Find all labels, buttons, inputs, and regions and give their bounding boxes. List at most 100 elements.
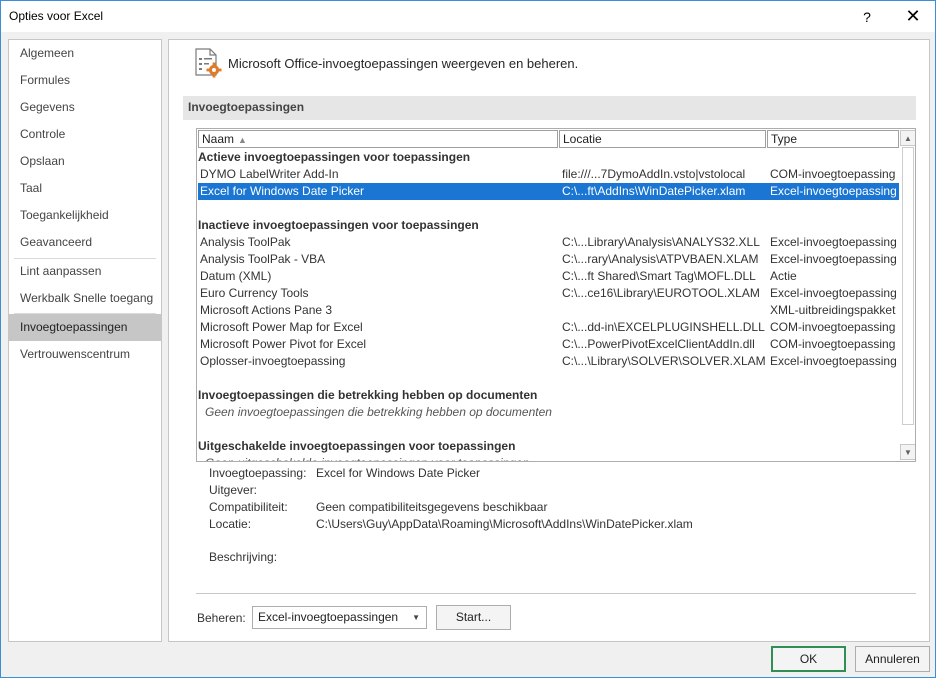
nav-item-formules[interactable]: Formules xyxy=(9,67,161,94)
nav-item-invoegtoepassingen[interactable]: Invoegtoepassingen xyxy=(9,314,161,341)
nav-item-algemeen[interactable]: Algemeen xyxy=(9,40,161,67)
nav-item-vertrouwenscentrum[interactable]: Vertrouwenscentrum xyxy=(9,341,161,368)
arrow-down-icon: ▼ xyxy=(904,447,912,457)
arrow-up-icon: ▲ xyxy=(904,133,912,143)
manage-divider xyxy=(196,593,916,594)
chevron-down-icon: ▼ xyxy=(412,613,420,622)
cell-type: COM-invoegtoepassing xyxy=(770,167,896,181)
nav-item-taal[interactable]: Taal xyxy=(9,175,161,202)
category-nav: Algemeen Formules Gegevens Controle Opsl… xyxy=(8,39,162,642)
nav-item-toegankelijkheid[interactable]: Toegankelijkheid xyxy=(9,202,161,229)
list-item[interactable]: Analysis ToolPak - VBA C:\...rary\Analysi… xyxy=(198,251,899,268)
list-item[interactable]: Excel for Windows Date Picker C:\...ft\Ad… xyxy=(198,183,899,200)
list-header: Naam ▲ Locatie Type xyxy=(197,129,899,149)
section-title: Invoegtoepassingen xyxy=(183,96,916,120)
detail-label: Compatibiliteit: xyxy=(209,500,288,514)
cell-type: COM-invoegtoepassing xyxy=(770,320,896,334)
vertical-scrollbar[interactable]: ▲ ▼ xyxy=(900,129,915,461)
nav-item-controle[interactable]: Controle xyxy=(9,121,161,148)
list-row-text: Invoegtoepassingen die betrekking hebben… xyxy=(198,388,538,402)
list-body: Actieve invoegtoepassingen voor toepassi… xyxy=(197,149,899,461)
close-button[interactable]: ✕ xyxy=(891,1,935,32)
column-header-label: Locatie xyxy=(563,132,602,146)
list-item[interactable]: Euro Currency Tools C:\...ce16\Library\EU… xyxy=(198,285,899,302)
column-header-naam[interactable]: Naam ▲ xyxy=(198,130,558,148)
nav-item-gegevens[interactable]: Gegevens xyxy=(9,94,161,121)
column-header-label: Type xyxy=(771,132,798,146)
close-icon: ✕ xyxy=(905,6,921,26)
cell-location: C:\...Library\Analysis\ANALYS32.XLL xyxy=(562,235,760,249)
list-item[interactable]: Oplosser-invoegtoepassing C:\...\Library\… xyxy=(198,353,899,370)
cell-type: Excel-invoegtoepassing xyxy=(770,286,897,300)
cell-name: Analysis ToolPak xyxy=(200,235,291,249)
cell-name: Datum (XML) xyxy=(200,269,272,283)
scroll-thumb[interactable] xyxy=(902,147,914,425)
ok-button[interactable]: OK xyxy=(771,646,846,672)
manage-dropdown[interactable]: Excel-invoegtoepassingen ▼ xyxy=(252,606,427,629)
detail-value: Excel for Windows Date Picker xyxy=(316,466,481,480)
excel-options-dialog: Opties voor Excel ? ✕ Algemeen Formules … xyxy=(0,0,936,678)
detail-row-location: Locatie: C:\Users\Guy\AppData\Roaming\Mi… xyxy=(209,517,909,534)
list-item[interactable]: Microsoft Power Map for Excel C:\...dd-in… xyxy=(198,319,899,336)
cell-type: Excel-invoegtoepassing xyxy=(770,354,897,368)
list-row-text: Inactieve invoegtoepassingen voor toepas… xyxy=(198,218,479,232)
cell-location: C:\...dd-in\EXCELPLUGINSHELL.DLL xyxy=(562,320,765,334)
detail-row-description: Beschrijving: xyxy=(209,550,909,567)
cell-location: file:///...7DymoAddIn.vsto|vstolocal xyxy=(562,167,746,181)
list-item[interactable]: Microsoft Actions Pane 3 XML-uitbreidings… xyxy=(198,302,899,319)
list-row-text: Geen uitgeschakelde invoegtoepassingen v… xyxy=(205,456,529,461)
manage-dropdown-value: Excel-invoegtoepassingen xyxy=(258,610,399,624)
list-row-text: Actieve invoegtoepassingen voor toepassi… xyxy=(198,150,471,164)
list-item[interactable]: Microsoft Power Pivot for Excel C:\...Pow… xyxy=(198,336,899,353)
header-text: Microsoft Office-invoegtoepassingen weer… xyxy=(228,56,579,71)
column-header-type[interactable]: Type xyxy=(767,130,899,148)
list-item[interactable]: Analysis ToolPak C:\...Library\Analysis\A… xyxy=(198,234,899,251)
list-item[interactable]: DYMO LabelWriter Add-In file:///...7DymoA… xyxy=(198,166,899,183)
cell-location: C:\...\Library\SOLVER\SOLVER.XLAM xyxy=(562,354,765,368)
nav-item-opslaan[interactable]: Opslaan xyxy=(9,148,161,175)
column-header-label: Naam xyxy=(202,132,235,146)
cell-location: C:\...ft Shared\Smart Tag\MOFL.DLL xyxy=(562,269,756,283)
cell-location: C:\...ce16\Library\EUROTOOL.XLAM xyxy=(562,286,760,300)
scroll-up-button[interactable]: ▲ xyxy=(900,130,915,146)
start-button[interactable]: Start... xyxy=(436,605,511,630)
addins-gear-icon xyxy=(195,48,222,78)
cell-type: Excel-invoegtoepassing xyxy=(770,184,897,198)
help-button[interactable]: ? xyxy=(845,1,889,32)
detail-row-addin: Invoegtoepassing: Excel for Windows Date… xyxy=(209,466,909,483)
list-group-header: Invoegtoepassingen die betrekking hebben… xyxy=(198,387,899,404)
detail-label: Uitgever: xyxy=(209,483,258,497)
list-row-text: Geen invoegtoepassingen die betrekking h… xyxy=(205,405,552,419)
cell-type: COM-invoegtoepassing xyxy=(770,337,896,351)
nav-item-werkbalk-snelle-toegang[interactable]: Werkbalk Snelle toegang xyxy=(9,285,161,312)
detail-value: C:\Users\Guy\AppData\Roaming\Microsoft\A… xyxy=(316,517,693,531)
scroll-down-button[interactable]: ▼ xyxy=(900,444,915,460)
list-group-header: Actieve invoegtoepassingen voor toepassi… xyxy=(198,149,899,166)
list-group-header: Uitgeschakelde invoegtoepassingen voor t… xyxy=(198,438,899,455)
nav-item-geavanceerd[interactable]: Geavanceerd xyxy=(9,229,161,256)
detail-value: Geen compatibiliteitsgegevens beschikbaa… xyxy=(316,500,548,514)
cell-name: Microsoft Power Map for Excel xyxy=(200,320,363,334)
cell-location: C:\...PowerPivotExcelClientAddIn.dll xyxy=(562,337,755,351)
cell-name: Excel for Windows Date Picker xyxy=(200,184,365,198)
list-note: Geen invoegtoepassingen die betrekking h… xyxy=(198,404,899,421)
list-item[interactable]: Datum (XML) C:\...ft Shared\Smart Tag\MOF… xyxy=(198,268,899,285)
help-icon: ? xyxy=(863,8,871,25)
list-note: Geen uitgeschakelde invoegtoepassingen v… xyxy=(198,455,899,461)
cell-location: C:\...ft\AddIns\WinDatePicker.xlam xyxy=(562,184,746,198)
detail-row-compatibility: Compatibiliteit: Geen compatibiliteitsge… xyxy=(209,500,909,517)
manage-label: Beheren: xyxy=(197,611,246,625)
nav-item-lint-aanpassen[interactable]: Lint aanpassen xyxy=(9,258,161,285)
addins-list[interactable]: Naam ▲ Locatie Type Actieve invoegtoepass… xyxy=(196,128,916,462)
detail-label: Locatie: xyxy=(209,517,252,531)
cell-name: DYMO LabelWriter Add-In xyxy=(200,167,339,181)
cell-type: XML-uitbreidingspakket xyxy=(770,303,896,317)
addins-panel: Microsoft Office-invoegtoepassingen weer… xyxy=(168,39,930,642)
title-bar: Opties voor Excel ? ✕ xyxy=(1,1,935,32)
cell-name: Microsoft Actions Pane 3 xyxy=(200,303,333,317)
cell-name: Euro Currency Tools xyxy=(200,286,309,300)
cancel-button[interactable]: Annuleren xyxy=(855,646,930,672)
column-header-locatie[interactable]: Locatie xyxy=(559,130,766,148)
sort-ascending-icon: ▲ xyxy=(238,135,247,145)
